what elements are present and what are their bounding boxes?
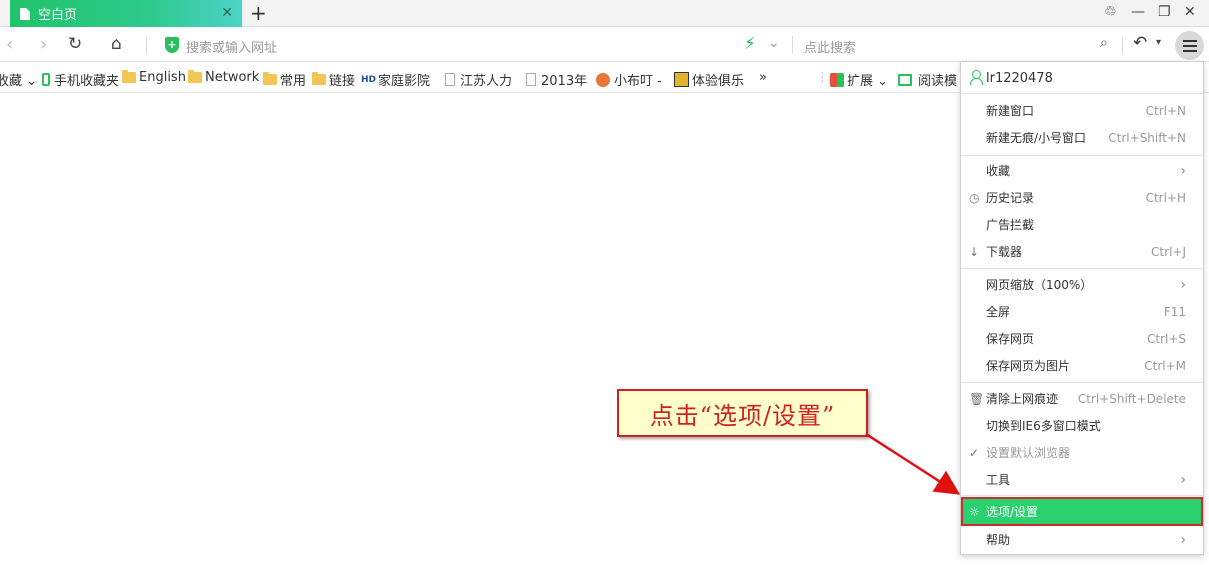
url-input[interactable]: 搜索或输入网址 xyxy=(186,37,277,56)
menu-item-options-settings[interactable]: ☼ 选项/设置 xyxy=(961,497,1203,526)
bookmark-item[interactable]: 收藏 ⌄ xyxy=(0,70,37,89)
user-icon xyxy=(969,70,983,85)
page-icon xyxy=(526,73,536,86)
back-icon[interactable]: ‹ xyxy=(6,34,13,55)
undo-icon[interactable]: ↶ xyxy=(1133,33,1147,53)
tab-bar: 空白页 ✕ + ♲ — ❐ ✕ xyxy=(0,0,1209,27)
menu-item-ad-block[interactable]: 广告拦截 xyxy=(961,211,1203,238)
menu-item-clear-history[interactable]: 🗑 清除上网痕迹 Ctrl+Shift+Delete xyxy=(961,385,1203,412)
username: lr1220478 xyxy=(986,71,1053,86)
close-window-button[interactable]: ✕ xyxy=(1184,4,1196,20)
shield-icon[interactable]: + xyxy=(165,37,179,53)
menu-item-switch-ie6-mode[interactable]: 切换到IE6多窗口模式 xyxy=(961,412,1203,439)
main-menu: lr1220478 新建窗口 Ctrl+N 新建无痕/小号窗口 Ctrl+Shi… xyxy=(960,61,1204,555)
hd-icon: HD xyxy=(361,74,377,85)
bookmark-item[interactable]: 2013年 xyxy=(526,70,587,89)
chevron-right-icon: › xyxy=(1180,531,1186,548)
checkmark-icon: ✓ xyxy=(969,445,980,460)
clock-icon: ◷ xyxy=(969,190,980,205)
trash-icon: 🗑 xyxy=(969,391,985,406)
menu-divider xyxy=(961,268,1203,269)
mascot-icon xyxy=(596,72,610,87)
divider: ⋮ xyxy=(816,70,829,85)
extensions-icon xyxy=(830,72,844,87)
menu-item-save-page-as-image[interactable]: 保存网页为图片 Ctrl+M xyxy=(961,352,1203,379)
bookmark-folder[interactable]: 链接 xyxy=(312,70,355,89)
book-icon xyxy=(898,73,912,86)
callout-text: 点击“选项/设置” xyxy=(649,401,836,430)
menu-divider xyxy=(961,155,1203,156)
menu-item-new-window[interactable]: 新建窗口 Ctrl+N xyxy=(961,97,1203,124)
tab-blank-page[interactable]: 空白页 ✕ xyxy=(10,0,242,27)
chevron-right-icon: › xyxy=(1180,162,1186,179)
page-icon xyxy=(20,7,30,20)
close-tab-icon[interactable]: ✕ xyxy=(221,5,233,21)
reload-icon[interactable]: ↻ xyxy=(68,34,82,54)
folder-icon xyxy=(122,70,136,83)
bookmark-item[interactable]: 江苏人力 xyxy=(445,70,512,89)
address-bar: ‹ › ↻ ⌂ + 搜索或输入网址 ⚡ ⌄ 点此搜索 ⌕ ↶ ▾ xyxy=(0,28,1209,62)
menu-item-favorites[interactable]: 收藏 › xyxy=(961,157,1203,184)
chevron-right-icon: › xyxy=(1180,471,1186,488)
menu-item-fullscreen[interactable]: 全屏 F11 xyxy=(961,298,1203,325)
phone-icon xyxy=(42,73,50,86)
main-menu-button[interactable] xyxy=(1175,31,1204,60)
bookmark-folder[interactable]: Network xyxy=(188,70,259,85)
search-icon[interactable]: ⌕ xyxy=(1100,35,1108,51)
menu-divider xyxy=(961,495,1203,496)
bookmark-item[interactable]: 体验俱乐 xyxy=(674,70,744,89)
minimize-button[interactable]: — xyxy=(1131,4,1145,20)
home-icon[interactable]: ⌂ xyxy=(111,34,122,54)
download-icon: ↓ xyxy=(969,244,980,259)
divider xyxy=(146,36,147,54)
search-input[interactable]: 点此搜索 xyxy=(804,37,856,56)
page-icon xyxy=(445,73,455,86)
folder-icon xyxy=(188,70,202,83)
extensions-button[interactable]: 扩展 ⌄ xyxy=(830,70,888,89)
instruction-callout: 点击“选项/设置” xyxy=(617,389,868,437)
divider xyxy=(1122,36,1123,54)
forward-icon[interactable]: › xyxy=(40,34,47,55)
menu-item-downloads[interactable]: ↓ 下载器 Ctrl+J xyxy=(961,238,1203,265)
bolt-icon[interactable]: ⚡ xyxy=(744,34,756,54)
bookmark-item[interactable]: 小布叮 - xyxy=(596,70,662,89)
undo-dropdown-icon[interactable]: ▾ xyxy=(1156,37,1161,48)
bookmarks-more-button[interactable]: » xyxy=(759,70,767,85)
gear-icon: ☼ xyxy=(969,504,980,519)
bookmark-folder[interactable]: 常用 xyxy=(263,70,306,89)
new-tab-button[interactable]: + xyxy=(250,2,267,24)
bookmark-folder[interactable]: English xyxy=(122,70,186,85)
menu-item-new-incognito-window[interactable]: 新建无痕/小号窗口 Ctrl+Shift+N xyxy=(961,124,1203,151)
menu-item-tools[interactable]: 工具 › xyxy=(961,466,1203,493)
menu-item-save-page[interactable]: 保存网页 Ctrl+S xyxy=(961,325,1203,352)
divider xyxy=(792,36,793,54)
folder-icon xyxy=(263,72,277,85)
menu-item-help[interactable]: 帮助 › xyxy=(961,526,1203,553)
user-account[interactable]: lr1220478 xyxy=(961,62,1203,94)
menu-divider xyxy=(961,382,1203,383)
restore-button[interactable]: ❐ xyxy=(1158,4,1171,20)
tab-title: 空白页 xyxy=(38,8,78,23)
skin-icon[interactable]: ♲ xyxy=(1104,4,1117,20)
chevron-down-icon[interactable]: ⌄ xyxy=(768,35,780,51)
bookmark-item[interactable]: 手机收藏夹 xyxy=(42,70,119,89)
menu-item-zoom[interactable]: 网页缩放（100%） › xyxy=(961,271,1203,298)
reading-mode-button[interactable]: 阅读模 xyxy=(898,70,957,89)
menu-item-history[interactable]: ◷ 历史记录 Ctrl+H xyxy=(961,184,1203,211)
menu-item-set-default-browser[interactable]: ✓ 设置默认浏览器 xyxy=(961,439,1203,466)
chevron-right-icon: › xyxy=(1180,276,1186,293)
folder-icon xyxy=(312,72,326,85)
tiger-icon xyxy=(674,72,689,87)
bookmark-item[interactable]: HD 家庭影院 xyxy=(361,70,430,89)
